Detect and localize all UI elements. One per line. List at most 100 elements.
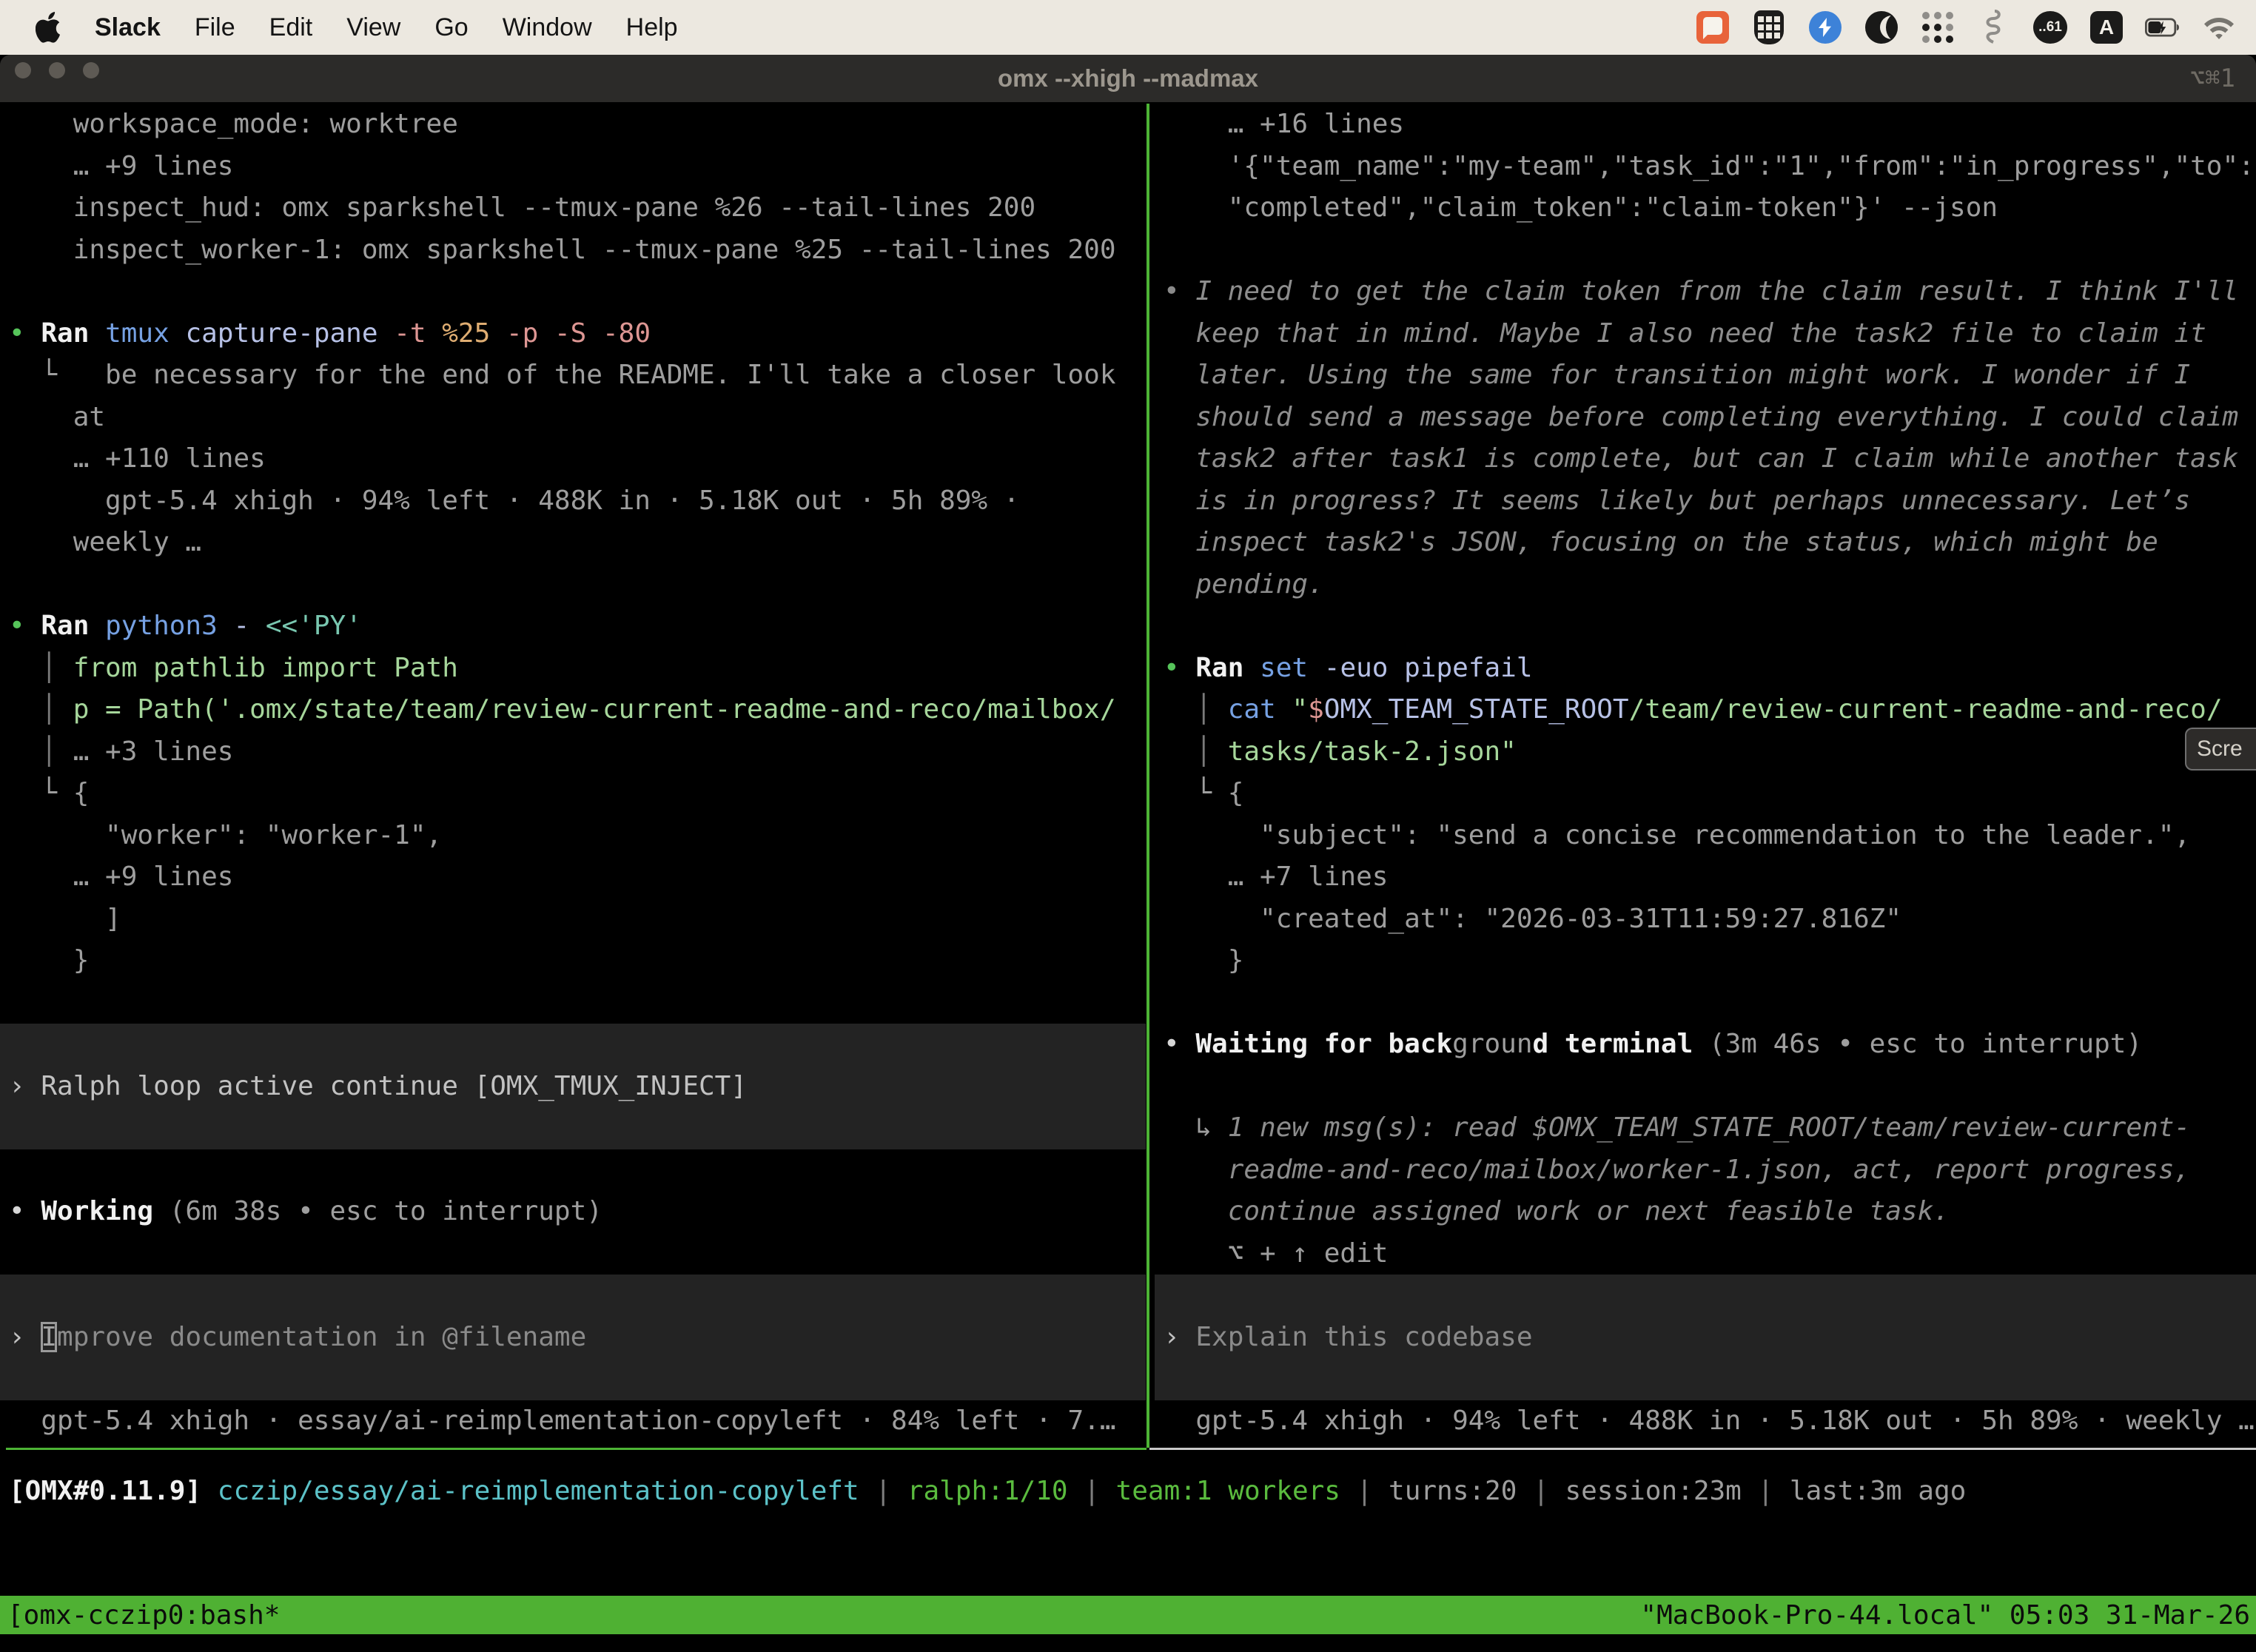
prompt-row[interactable] — [1155, 1358, 2256, 1400]
battery-icon[interactable] — [2145, 10, 2181, 45]
menu-file[interactable]: File — [195, 13, 235, 42]
crescent-icon[interactable] — [1864, 10, 1899, 45]
terminal-line: task2 after task1 is complete, but can I… — [1155, 438, 2256, 480]
terminal-line — [1155, 982, 2256, 1024]
tmux-status-bar: [omx-cczip0:bash* "MacBook-Pro-44.local"… — [0, 1596, 2256, 1634]
terminal-line — [1155, 1066, 2256, 1108]
input-source-icon[interactable]: A — [2089, 10, 2124, 45]
terminal-line: … +7 lines — [1155, 856, 2256, 899]
terminal-line: should send a message before completing … — [1155, 397, 2256, 439]
terminal-line: │ p = Path('.omx/state/team/review-curre… — [0, 689, 1146, 731]
terminal-line: … +9 lines — [0, 856, 1146, 899]
prompt-row[interactable] — [0, 1024, 1146, 1066]
blue-bolt-icon[interactable] — [1807, 10, 1843, 45]
terminal-line: } — [0, 940, 1146, 982]
terminal-line — [1155, 605, 2256, 648]
terminal-line — [0, 982, 1146, 1024]
menu-view[interactable]: View — [346, 13, 400, 42]
terminal-line: │ cat "$OMX_TEAM_STATE_ROOT/team/review-… — [1155, 689, 2256, 731]
terminal-line: ⌥ + ↑ edit — [1155, 1233, 2256, 1275]
terminal-line: "worker": "worker-1", — [0, 815, 1146, 857]
prompt-row[interactable]: › Explain this codebase — [1155, 1317, 2256, 1359]
terminal-line: continue assigned work or next feasible … — [1155, 1191, 2256, 1233]
tmux-host-clock: "MacBook-Pro-44.local" 05:03 31-Mar-26 — [1640, 1600, 2256, 1631]
prompt-row[interactable]: › Improve documentation in @filename — [0, 1317, 1146, 1359]
terminal-line: inspect_hud: omx sparkshell --tmux-pane … — [0, 187, 1146, 229]
screen: Slack File Edit View Go Window Help — [0, 0, 2256, 1652]
right-terminal-pane[interactable]: … +16 lines '{"team_name":"my-team","tas… — [1155, 104, 2256, 1448]
window-title: omx --xhigh --madmax — [0, 55, 2256, 102]
tmux-session-label: [omx-cczip0:bash* — [0, 1600, 280, 1631]
terminal-line: keep that in mind. Maybe I also need the… — [1155, 313, 2256, 355]
terminal-line: workspace_mode: worktree — [0, 104, 1146, 146]
terminal-line: ] — [0, 899, 1146, 941]
terminal-line: is in progress? It seems likely but perh… — [1155, 480, 2256, 523]
terminal-line — [1155, 229, 2256, 272]
terminal-line: • Ran set -euo pipefail — [1155, 648, 2256, 690]
window-shortcut: ⌥⌘1 — [2190, 55, 2235, 102]
terminal-line: • Ran tmux capture-pane -t %25 -p -S -80 — [0, 313, 1146, 355]
right-pane-border — [1149, 1448, 2256, 1450]
prompt-row[interactable]: › Ralph loop active continue [OMX_TMUX_I… — [0, 1066, 1146, 1108]
menu-edit[interactable]: Edit — [269, 13, 313, 42]
terminal-window: omx --xhigh --madmax ⌥⌘1 workspace_mode:… — [0, 55, 2256, 1652]
terminal-line: gpt-5.4 xhigh · 94% left · 488K in · 5.1… — [0, 480, 1146, 523]
terminal-line: gpt-5.4 xhigh · 94% left · 488K in · 5.1… — [1155, 1400, 2256, 1443]
pane-divider[interactable] — [1147, 104, 1149, 1448]
prompt-row[interactable] — [1155, 1275, 2256, 1317]
terminal-line: … +110 lines — [0, 438, 1146, 480]
terminal-line: ↳ 1 new msg(s): read $OMX_TEAM_STATE_ROO… — [1155, 1107, 2256, 1149]
prompt-row[interactable] — [0, 1275, 1146, 1317]
terminal-line: … +16 lines — [1155, 104, 2256, 146]
terminal-line: └ { — [0, 773, 1146, 815]
window-titlebar[interactable]: omx --xhigh --madmax ⌥⌘1 — [0, 55, 2256, 102]
terminal-line: │ from pathlib import Path — [0, 648, 1146, 690]
terminal-line: │ tasks/task-2.json" — [1155, 731, 2256, 773]
terminal-line: later. Using the same for transition mig… — [1155, 355, 2256, 397]
terminal-line: • Working (6m 38s • esc to interrupt) — [0, 1191, 1146, 1233]
macos-menu-bar: Slack File Edit View Go Window Help — [0, 0, 2256, 55]
count-badge[interactable]: ..61 — [2032, 10, 2068, 45]
omx-status-line: [OMX#0.11.9] cczip/essay/ai-reimplementa… — [9, 1470, 1966, 1512]
grid-shield-icon[interactable] — [1751, 10, 1787, 45]
terminal-line: inspect_worker-1: omx sparkshell --tmux-… — [0, 229, 1146, 272]
menu-help[interactable]: Help — [626, 13, 678, 42]
terminal-line: • I need to get the claim token from the… — [1155, 271, 2256, 313]
terminal-line: weekly … — [0, 522, 1146, 564]
chat-bubble-icon[interactable] — [1695, 10, 1730, 45]
terminal-line: └ be necessary for the end of the README… — [0, 355, 1146, 397]
menu-window[interactable]: Window — [503, 13, 592, 42]
dots-grid-icon[interactable] — [1920, 10, 1955, 45]
terminal-line: inspect task2's JSON, focusing on the st… — [1155, 522, 2256, 564]
terminal-line: │ … +3 lines — [0, 731, 1146, 773]
terminal-line: '{"team_name":"my-team","task_id":"1","f… — [1155, 146, 2256, 188]
terminal-line: └ { — [1155, 773, 2256, 815]
terminal-line: } — [1155, 940, 2256, 982]
prompt-row[interactable] — [0, 1358, 1146, 1400]
terminal-line: "subject": "send a concise recommendatio… — [1155, 815, 2256, 857]
terminal-line — [0, 564, 1146, 606]
squiggle-icon[interactable] — [1976, 10, 2012, 45]
menu-status-icons: ..61 A — [1695, 10, 2256, 45]
wifi-icon[interactable] — [2201, 10, 2237, 45]
terminal-line — [0, 1233, 1146, 1275]
menu-go[interactable]: Go — [434, 13, 468, 42]
terminal-line: • Waiting for background terminal (3m 46… — [1155, 1024, 2256, 1066]
apple-menu-icon[interactable] — [36, 10, 65, 45]
left-pane-border — [6, 1448, 1147, 1450]
terminal-line: at — [0, 397, 1146, 439]
left-terminal-pane[interactable]: workspace_mode: worktree … +9 lines insp… — [0, 104, 1146, 1448]
terminal-line: readme-and-reco/mailbox/worker-1.json, a… — [1155, 1149, 2256, 1192]
menu-items: Slack File Edit View Go Window Help — [95, 13, 678, 42]
terminal-line — [0, 271, 1146, 313]
terminal-line: pending. — [1155, 564, 2256, 606]
terminal-line: • Ran python3 - <<'PY' — [0, 605, 1146, 648]
menu-slack[interactable]: Slack — [95, 13, 161, 42]
terminal-line: "completed","claim_token":"claim-token"}… — [1155, 187, 2256, 229]
terminal-line: "created_at": "2026-03-31T11:59:27.816Z" — [1155, 899, 2256, 941]
prompt-row[interactable] — [0, 1107, 1146, 1149]
screenshot-tooltip: Scre — [2185, 728, 2256, 770]
terminal-line: … +9 lines — [0, 146, 1146, 188]
terminal-line — [0, 1149, 1146, 1192]
terminal-line: gpt-5.4 xhigh · essay/ai-reimplementatio… — [0, 1400, 1146, 1443]
